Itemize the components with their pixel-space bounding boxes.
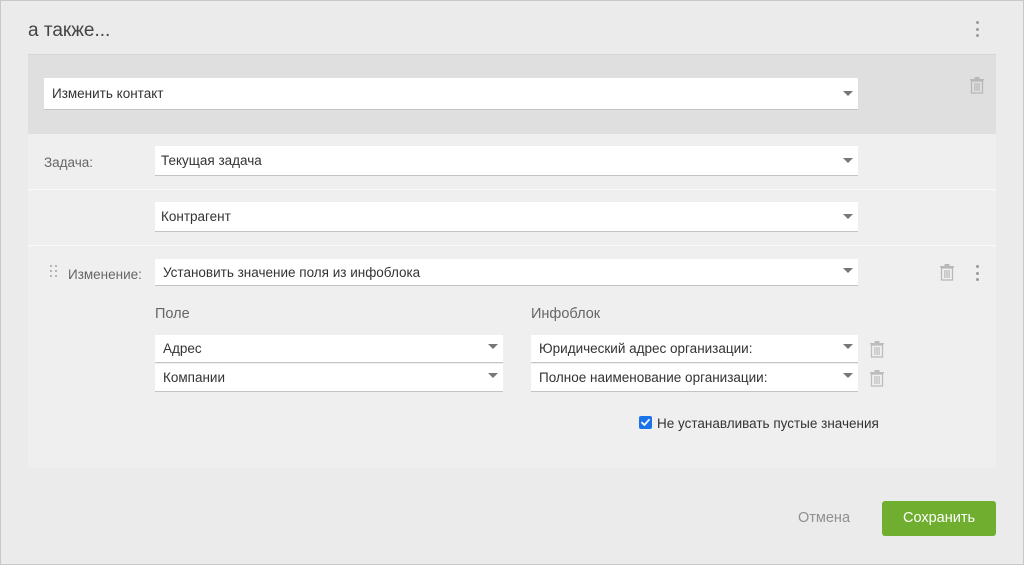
infoblock-select[interactable]: Юридический адрес организации: [531,335,858,363]
chevron-down-icon [843,373,853,378]
delete-mapping-trash-icon[interactable] [869,340,885,358]
entity-select-value: Контрагент [161,209,231,224]
infoblock-column-header: Инфоблок [531,306,601,322]
field-select[interactable]: Адрес [155,335,503,363]
change-menu-icon[interactable] [970,262,984,284]
task-select[interactable]: Текущая задача [155,146,858,176]
action-select[interactable]: Изменить контакт [44,78,858,110]
infoblock-select-value: Юридический адрес организации: [539,341,753,356]
entity-select[interactable]: Контрагент [155,202,858,232]
skip-empty-label[interactable]: Не устанавливать пустые значения [657,416,879,431]
change-label: Изменение: [68,267,142,282]
chevron-down-icon [488,344,498,349]
chevron-down-icon [843,268,853,273]
field-select-value: Компании [163,370,226,385]
chevron-down-icon [843,158,853,163]
change-select[interactable]: Установить значение поля из инфоблока [155,259,858,286]
dialog-menu-icon[interactable] [970,18,984,40]
chevron-down-icon [843,91,853,96]
cancel-button[interactable]: Отмена [782,501,866,536]
task-label: Задача: [44,155,94,170]
chevron-down-icon [843,344,853,349]
infoblock-select[interactable]: Полное наименование организации: [531,364,858,392]
delete-action-trash-icon[interactable] [969,76,985,94]
row-divider [28,189,996,190]
field-select-value: Адрес [163,341,202,356]
delete-mapping-trash-icon[interactable] [869,369,885,387]
checkmark-icon [641,418,650,426]
skip-empty-checkbox[interactable] [639,416,652,429]
change-select-value: Установить значение поля из инфоблока [163,265,421,280]
field-column-header: Поле [155,306,190,322]
infoblock-select-value: Полное наименование организации: [539,370,768,385]
delete-change-trash-icon[interactable] [939,263,955,281]
task-select-value: Текущая задача [161,153,262,168]
dialog-title: а также... [28,20,111,41]
row-divider [28,245,996,246]
save-button[interactable]: Сохранить [882,501,996,536]
chevron-down-icon [488,373,498,378]
chevron-down-icon [843,214,853,219]
action-select-value: Изменить контакт [52,86,164,101]
field-select[interactable]: Компании [155,364,503,392]
drag-handle-icon[interactable] [50,265,58,281]
